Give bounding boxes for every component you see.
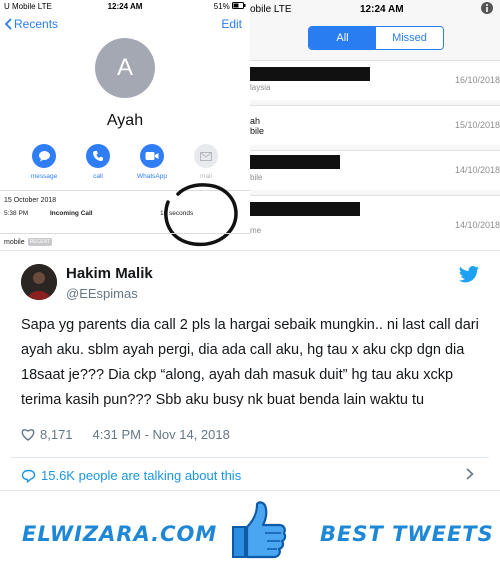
phone-icon (93, 151, 103, 161)
call-log-date: 14/10/2018 (454, 220, 500, 230)
contact-avatar: A (95, 38, 155, 98)
comment-icon (21, 469, 36, 483)
back-button[interactable]: Recents (4, 17, 58, 31)
battery-percent: 51% (213, 1, 230, 11)
back-label: Recents (14, 17, 59, 31)
like-count[interactable]: 8,171 (40, 427, 73, 442)
status-bar: obile LTE 12:24 AM (250, 0, 500, 18)
carrier-label: U Mobile LTE (4, 1, 52, 11)
mail-action-button[interactable]: mail (188, 144, 224, 180)
battery-icon (232, 1, 246, 9)
call-log-date: 14/10/2018 (454, 165, 500, 175)
tweet-card: Hakim Malik @EEspimas Sapa yg parents di… (0, 250, 500, 490)
divider (11, 457, 489, 458)
tab-all[interactable]: All (309, 27, 376, 49)
carrier-label: obile LTE (250, 3, 292, 15)
call-time: 5:38 PM (4, 210, 29, 217)
edit-button[interactable]: Edit (221, 17, 242, 31)
chevron-left-icon (4, 18, 12, 30)
call-log-date: 16/10/2018 (454, 75, 500, 85)
left-phone-screenshot: U Mobile LTE 12:24 AM 51% Recents Edit A… (0, 0, 250, 250)
clock: 12:24 AM (107, 1, 143, 11)
call-log-subtitle: me (250, 226, 262, 235)
mail-icon (200, 151, 212, 161)
recent-badge: RECENT (27, 238, 53, 246)
author-avatar[interactable] (21, 264, 57, 300)
author-name[interactable]: Hakim Malik (66, 265, 153, 282)
message-icon (38, 151, 50, 162)
conversation-label: 15.6K people are talking about this (41, 468, 242, 483)
whatsapp-action-label: WhatsApp (137, 173, 167, 180)
chevron-right-icon[interactable] (466, 467, 474, 483)
tab-missed[interactable]: Missed (376, 27, 443, 49)
tweet-text: Sapa yg parents dia call 2 pls la hargai… (21, 317, 479, 408)
call-log-date: 15/10/2018 (454, 120, 500, 130)
mobile-label: mobile (4, 238, 25, 246)
thumbs-up-icon (232, 501, 287, 559)
conversation-link[interactable]: 15.6K people are talking about this (21, 468, 241, 483)
message-action-button[interactable]: message (26, 144, 62, 180)
contact-name: Ayah (106, 112, 144, 129)
redacted-name-block (250, 155, 340, 169)
call-log-subtitle: bile (250, 173, 263, 182)
redacted-name-block (250, 202, 360, 216)
mobile-number-row[interactable]: mobile RECENT (0, 233, 250, 250)
call-log-row[interactable]: me 14/10/2018 (250, 195, 500, 250)
call-action-button[interactable]: call (80, 144, 116, 180)
call-log-row[interactable]: bile 14/10/2018 (250, 150, 500, 190)
tweet-timestamp[interactable]: 4:31 PM - Nov 14, 2018 (93, 427, 230, 442)
call-log-subtitle: ah bile (250, 116, 265, 136)
battery-label: 51% (165, 1, 246, 11)
clock: 12:24 AM (360, 3, 404, 15)
redacted-name-block (250, 67, 370, 81)
nav-bar: Recents Edit (0, 12, 250, 36)
call-log-row[interactable]: laysia 16/10/2018 (250, 60, 500, 100)
tweet-meta: 8,171 4:31 PM - Nov 14, 2018 (21, 427, 230, 442)
heart-icon[interactable] (21, 428, 35, 441)
twitter-bird-icon[interactable] (458, 265, 480, 285)
author-handle[interactable]: @EEspimas (66, 286, 138, 301)
footer-banner: ELWIZARA.COM BEST TWEETS (0, 490, 500, 568)
message-action-label: message (30, 173, 58, 180)
info-icon[interactable] (470, 1, 500, 18)
call-log-row[interactable]: ah bile 15/10/2018 (250, 105, 500, 145)
video-icon (145, 152, 159, 160)
contact-actions: message call WhatsApp mail (0, 144, 250, 180)
whatsapp-action-button[interactable]: WhatsApp (134, 144, 170, 180)
calls-filter-segmented-control: All Missed (308, 26, 444, 50)
call-log-subtitle: laysia (250, 83, 271, 92)
call-action-label: call (93, 173, 103, 180)
call-type: Incoming Call (50, 210, 93, 217)
right-phone-screenshot: obile LTE 12:24 AM All Missed laysia 16/… (250, 0, 500, 250)
status-bar: U Mobile LTE 12:24 AM 51% (0, 0, 250, 12)
tagline: BEST TWEETS (320, 522, 494, 546)
mail-action-label: mail (200, 173, 212, 180)
site-name: ELWIZARA.COM (22, 522, 218, 546)
